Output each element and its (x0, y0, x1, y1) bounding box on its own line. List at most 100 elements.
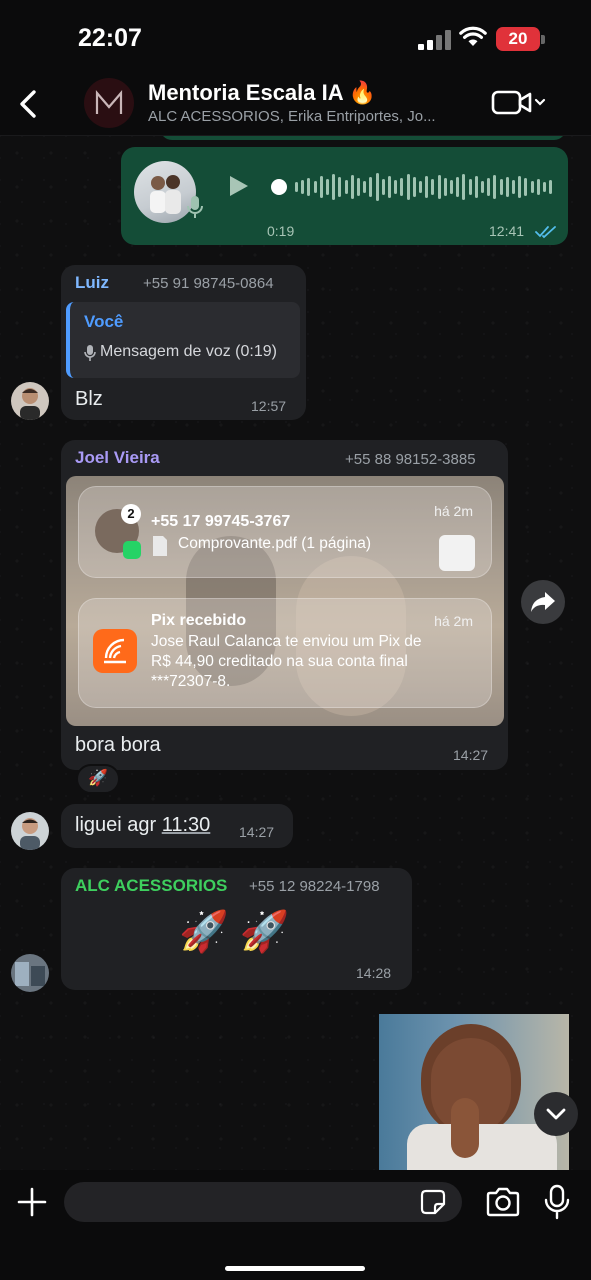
video-camera-icon (491, 90, 546, 115)
scroll-to-bottom-button[interactable] (534, 1092, 578, 1136)
chat-header: Mentoria Escala IA 🔥 ALC ACESSORIOS, Eri… (0, 72, 591, 136)
back-button[interactable] (14, 84, 44, 124)
group-logo-icon (95, 90, 123, 114)
chat-title[interactable]: Mentoria Escala IA 🔥 (148, 80, 376, 106)
waveform-bar (431, 179, 435, 195)
waveform-bar (481, 181, 484, 193)
alc-message-bubble[interactable]: ALC ACESSORIOS +55 12 98224-1798 🚀 🚀 14:… (61, 868, 412, 990)
video-call-button[interactable] (490, 88, 550, 118)
sender-name[interactable]: Luiz (75, 273, 109, 293)
status-bar: 22:07 20 (0, 0, 591, 72)
group-avatar[interactable] (84, 78, 134, 128)
waveform-bar (326, 179, 329, 195)
message-input[interactable] (64, 1182, 462, 1222)
message-time: 14:27 (453, 747, 489, 763)
sender-phone: +55 12 98224-1798 (249, 878, 380, 895)
waveform-bar (536, 179, 540, 195)
waveform-bar (456, 177, 460, 197)
waveform-bar (512, 180, 515, 194)
waveform-bar (487, 178, 491, 196)
microphone-button[interactable] (544, 1184, 570, 1220)
notification-body-line: ***72307-8. (151, 673, 231, 690)
waveform-bar (388, 176, 391, 198)
share-arrow-icon (531, 592, 555, 612)
luiz-avatar[interactable] (11, 382, 49, 420)
waveform-bar (443, 178, 447, 196)
liguei-message-bubble[interactable]: liguei agr 11:30 14:27 (61, 804, 293, 848)
waveform-bar (400, 178, 404, 196)
reaction-badge[interactable]: 🚀 (76, 764, 120, 794)
screenshot-image[interactable]: 2 +55 17 99745-3767 Comprovante.pdf (1 p… (66, 476, 504, 726)
home-indicator (225, 1266, 365, 1271)
notification-whatsapp: 2 +55 17 99745-3767 Comprovante.pdf (1 p… (78, 486, 492, 578)
bank-app-icon (93, 629, 137, 673)
liguei-sender-avatar[interactable] (11, 812, 49, 850)
sticker-icon (420, 1189, 446, 1215)
waveform-bar (350, 175, 354, 199)
waveform-bar (406, 174, 410, 200)
waveform-bar (338, 177, 342, 197)
notification-title: +55 17 99745-3767 (151, 513, 291, 530)
waveform-bar (543, 182, 546, 192)
status-time: 22:07 (78, 24, 142, 52)
previous-message-bubble (160, 136, 566, 140)
waveform-bar (357, 178, 360, 196)
message-time: 14:27 (239, 824, 275, 840)
reaction-emoji: 🚀 (88, 770, 108, 787)
message-time: 12:41 (489, 223, 525, 239)
joel-message-bubble[interactable]: Joel Vieira +55 88 98152-3885 2 +55 17 9… (61, 440, 508, 770)
composer-bar (0, 1170, 591, 1280)
waveform-bar (493, 175, 497, 199)
waveform-bar (499, 179, 503, 195)
attach-button[interactable] (16, 1186, 48, 1218)
message-text: liguei agr 11:30 (75, 814, 210, 837)
voice-message-bubble[interactable]: 0:19 12:41 (121, 147, 568, 245)
chat-area[interactable]: 0:19 12:41 Luiz +55 91 98745-0864 Você M… (0, 136, 591, 1170)
waveform-bar (518, 176, 522, 198)
emoji-message: 🚀 🚀 (179, 910, 290, 954)
plus-icon (17, 1187, 47, 1217)
waveform-bar (313, 181, 317, 193)
microphone-small-icon (187, 196, 203, 218)
quote-author: Você (84, 312, 124, 331)
chat-participants[interactable]: ALC ACESSORIOS, Erika Entriportes, Jo... (148, 108, 478, 125)
luiz-message-bubble[interactable]: Luiz +55 91 98745-0864 Você Mensagem de … (61, 265, 306, 420)
waveform-bar (505, 177, 509, 197)
time-link[interactable]: 11:30 (162, 814, 211, 836)
notification-body: Comprovante.pdf (1 página) (178, 535, 372, 552)
playback-scrubber[interactable] (271, 179, 287, 195)
play-button[interactable] (225, 173, 251, 199)
waveform-bar (412, 177, 416, 197)
alc-avatar[interactable] (11, 954, 49, 992)
notification-when: há 2m (434, 503, 473, 519)
waveform-bar (344, 180, 348, 194)
sticker-button[interactable] (420, 1189, 446, 1215)
sender-name[interactable]: Joel Vieira (75, 448, 160, 468)
message-text: Blz (75, 388, 103, 410)
voice-waveform[interactable] (271, 167, 553, 207)
waveform-bar (530, 181, 534, 193)
microphone-icon (544, 1184, 570, 1220)
waveform-bar (301, 180, 305, 194)
waveform-bar (363, 181, 367, 193)
waveform-bar (468, 179, 472, 195)
read-ticks-icon (535, 226, 556, 239)
waveform-bar (474, 176, 478, 198)
message-caption: bora bora (75, 734, 161, 756)
battery-tip (541, 35, 545, 44)
waveform-bar (369, 177, 373, 197)
quoted-message[interactable]: Você Mensagem de voz (0:19) (66, 302, 300, 378)
message-time: 12:57 (251, 398, 287, 414)
waveform-bar (307, 178, 311, 196)
camera-button[interactable] (485, 1187, 521, 1217)
waveform-bar (450, 180, 453, 194)
document-thumbnail (439, 535, 475, 571)
document-icon (153, 536, 167, 556)
waveform-bar (437, 175, 441, 199)
sender-name[interactable]: ALC ACESSORIOS (75, 876, 227, 896)
wifi-icon (459, 26, 487, 46)
whatsapp-icon (123, 541, 141, 559)
message-time: 14:28 (356, 965, 392, 981)
forward-button[interactable] (521, 580, 565, 624)
chevron-left-icon (20, 90, 36, 118)
